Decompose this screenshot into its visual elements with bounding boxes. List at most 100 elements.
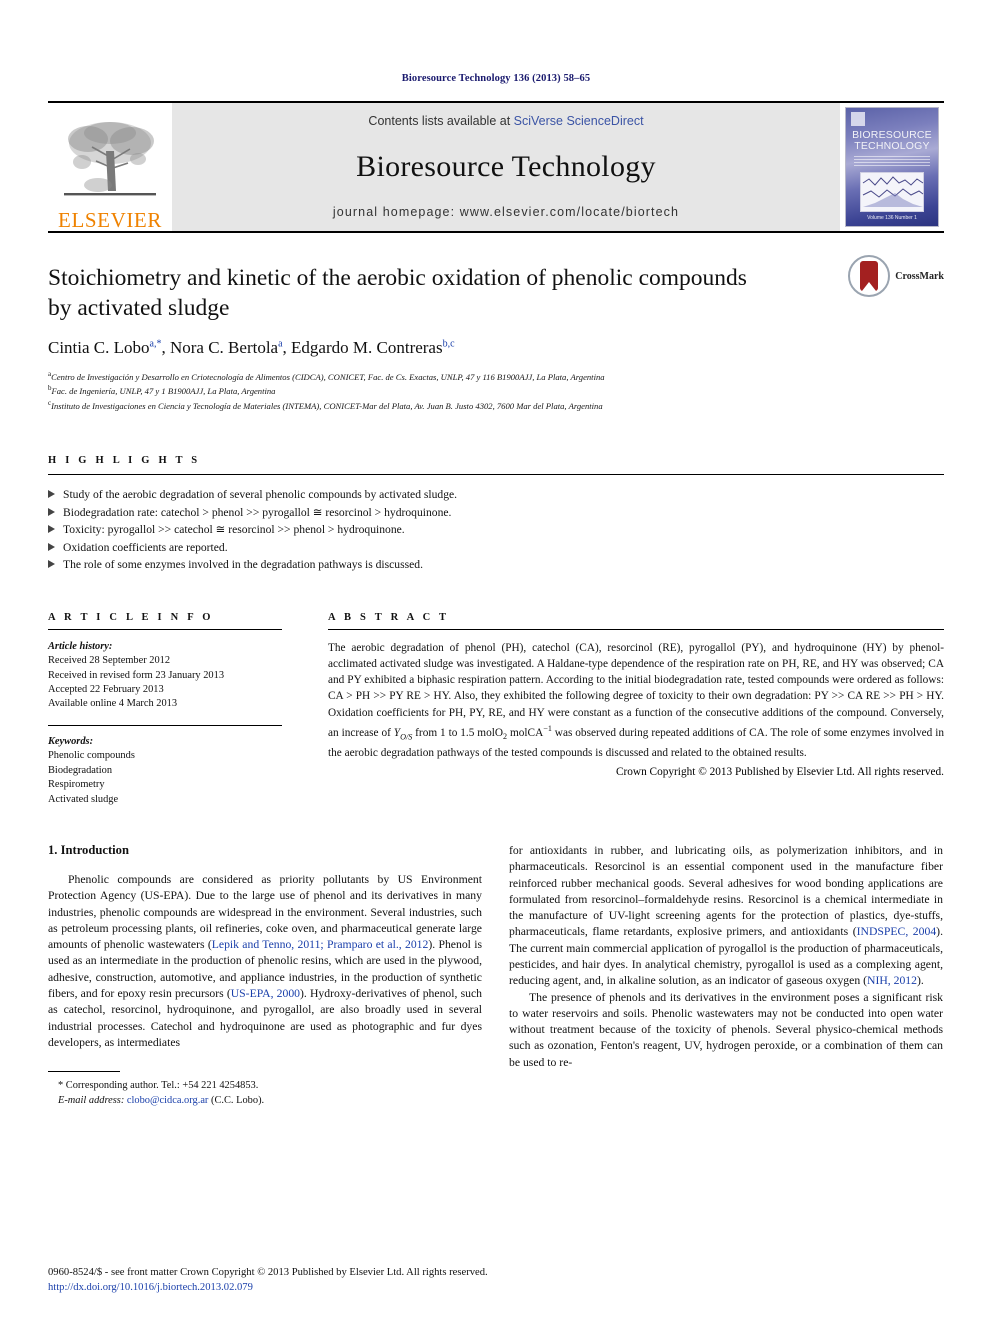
title-block: Stoichiometry and kinetic of the aerobic… [48,233,944,412]
body-columns: 1. Introduction Phenolic compounds are c… [48,843,944,1108]
history-online: Available online 4 March 2013 [48,698,178,710]
author-sep-2: , [282,338,292,357]
highlight-text: Oxidation coefficients are reported. [63,540,228,554]
highlight-text: The role of some enzymes involved in the… [63,558,423,572]
article-info-heading: A R T I C L E I N F O [48,611,214,623]
yield-symbol-subscript: O/S [400,731,413,741]
cover-subtitle-lines [854,156,930,168]
running-head: Bioresource Technology 136 (2013) 58–65 [401,73,591,84]
highlights-list: Study of the aerobic degradation of seve… [48,486,944,574]
article-history-label: Article history: [48,640,113,652]
triangle-bullet-icon [48,560,55,569]
abstract-units: molCA [507,726,544,739]
abstract-exponent: −1 [543,723,552,733]
crossmark-notch-shape [862,282,877,291]
body-column-left: 1. Introduction Phenolic compounds are c… [48,843,482,1108]
article-info-separator [48,724,282,726]
highlight-text: Study of the aerobic degradation of seve… [63,488,458,502]
affiliation-c-text: Instituto de Investigaciones en Ciencia … [51,400,603,411]
intro-paragraph-right-2: The presence of phenols and its derivati… [509,990,943,1069]
journal-masthead: ELSEVIER Contents lists available at Sci… [48,101,944,231]
highlight-text: Toxicity: pyrogallol >> catechol ≅ resor… [63,523,405,537]
cover-journal-name: BIORESOURCE TECHNOLOGY [846,130,938,152]
journal-homepage[interactable]: journal homepage: www.elsevier.com/locat… [333,205,679,219]
email-owner: (C.C. Lobo). [211,1094,265,1106]
affiliation-b-text: Fac. de Ingeniería, UNLP, 47 y 1 B1900AJ… [51,386,276,397]
highlights-section: H I G H L I G H T S Study of the aerobic… [48,455,944,574]
paper-page: Bioresource Technology 136 (2013) 58–65 [0,0,992,1323]
highlights-heading: H I G H L I G H T S [48,455,201,467]
keywords-block: Keywords: Phenolic compounds Biodegradat… [48,735,282,807]
crossmark-icon[interactable] [848,255,891,297]
elsevier-logo: ELSEVIER [48,103,172,231]
sciencedirect-link[interactable]: SciVerse ScienceDirect [514,114,644,128]
contents-available-line: Contents lists available at SciVerse Sci… [368,114,643,128]
citation-lepik-pramparo[interactable]: Lepik and Tenno, 2011; Pramparo et al., … [212,938,429,951]
abstract-body: The aerobic degradation of phenol (PH), … [328,640,944,761]
list-item: The role of some enzymes involved in the… [48,556,944,574]
issn-copyright-line: 0960-8524/$ - see front matter Crown Cop… [48,1267,488,1278]
elsevier-wordmark: ELSEVIER [58,208,162,232]
body-column-right: for antioxidants in rubber, and lubricat… [509,843,943,1108]
citation-usepa[interactable]: US-EPA, 2000 [231,987,300,1000]
footnote-block: * Corresponding author. Tel.: +54 221 42… [48,1079,482,1108]
triangle-bullet-icon [48,490,55,499]
author-2: Nora C. Bertolaa [170,338,283,357]
crossmark-label: CrossMark [895,270,944,282]
abstract-heading: A B S T R A C T [328,611,450,623]
article-history: Article history: Received 28 September 2… [48,640,282,712]
imprint-block: 0960-8524/$ - see front matter Crown Cop… [48,1266,568,1295]
info-abstract-row: A R T I C L E I N F O Article history: R… [48,612,944,807]
highlight-text: Biodegradation rate: catechol > phenol >… [63,505,452,519]
elsevier-tree-icon [64,122,156,196]
cover-name-line2: TECHNOLOGY [854,140,930,152]
affiliation-b: bFac. de Ingeniería, UNLP, 47 y 1 B1900A… [48,383,944,397]
author-3-name: Edgardo M. Contreras [291,338,443,357]
corresponding-author-note: * Corresponding author. Tel.: +54 221 42… [58,1080,259,1092]
keyword-item: Activated sludge [48,793,119,805]
author-3: Edgardo M. Contrerasb,c [291,338,455,357]
author-list: Cintia C. Loboa,*, Nora C. Bertolaa, Edg… [48,338,944,358]
list-item: Oxidation coefficients are reported. [48,539,944,557]
abstract-rule [328,628,944,630]
affiliation-c: cInstituto de Investigaciones en Ciencia… [48,398,944,412]
author-1-marks: a,* [149,338,162,350]
author-1: Cintia C. Loboa,* [48,338,161,357]
affiliation-a-text: Centro de Investigación y Desarrollo en … [51,371,605,382]
affiliations: aCentro de Investigación y Desarrollo en… [48,369,944,412]
journal-cover: BIORESOURCE TECHNOLOGY Volume 136 Number… [840,103,944,231]
author-3-marks: b,c [442,338,455,350]
keywords-label: Keywords: [48,735,94,747]
footnote-rule [48,1071,120,1073]
intro-paragraph-left: Phenolic compounds are considered as pri… [48,872,482,1051]
section-heading-introduction: 1. Introduction [48,842,129,857]
email-label: E-mail address: [58,1094,125,1106]
keyword-item: Biodegradation [48,764,113,776]
cover-footer: Volume 136 Number 1 [867,215,917,221]
abstract-section: A B S T R A C T The aerobic degradation … [328,612,944,807]
abstract-part-2: from 1 to 1.5 molO [412,726,504,739]
triangle-bullet-icon [48,525,55,534]
history-received: Received 28 September 2012 [48,655,171,667]
citation-indspec[interactable]: INDSPEC, 2004 [857,925,937,938]
author-1-name: Cintia C. Lobo [48,338,150,357]
doi-link[interactable]: http://dx.doi.org/10.1016/j.biortech.201… [48,1281,568,1296]
email-link[interactable]: clobo@cidca.org.ar [127,1095,209,1106]
abstract-copyright: Crown Copyright © 2013 Published by Else… [615,766,944,779]
article-info-section: A R T I C L E I N F O Article history: R… [48,612,282,807]
citation-nih[interactable]: NIH, 2012 [867,974,917,987]
crossmark-badge-group[interactable]: CrossMark [848,255,944,297]
yield-symbol: YO/S [394,727,413,741]
keyword-item: Respirometry [48,779,105,791]
list-item: Study of the aerobic degradation of seve… [48,486,944,504]
author-2-name: Nora C. Bertola [169,338,279,357]
triangle-bullet-icon [48,542,55,551]
history-revised: Received in revised form 23 January 2013 [48,669,225,681]
intro-paragraph-right-1: for antioxidants in rubber, and lubricat… [509,843,943,990]
triangle-bullet-icon [48,507,55,516]
cover-elsevier-mark-icon [851,112,865,126]
history-accepted: Accepted 22 February 2013 [48,684,164,696]
list-item: Toxicity: pyrogallol >> catechol ≅ resor… [48,521,944,539]
list-item: Biodegradation rate: catechol > phenol >… [48,504,944,522]
journal-title: Bioresource Technology [356,149,656,183]
